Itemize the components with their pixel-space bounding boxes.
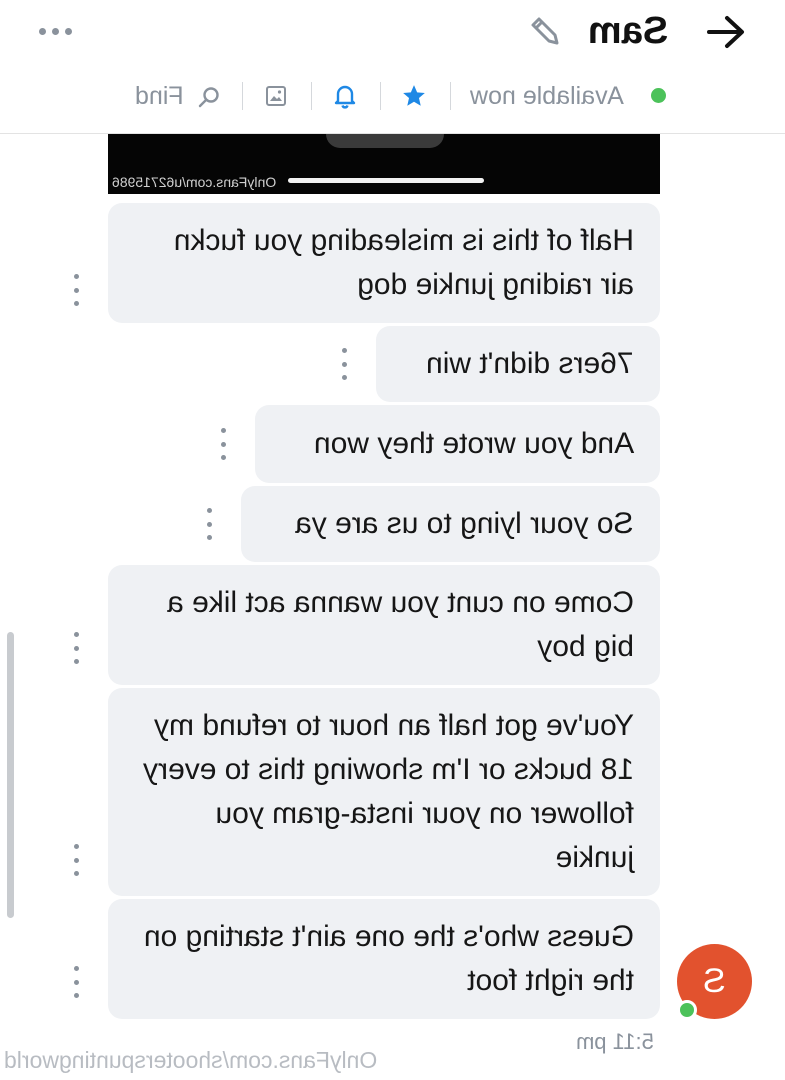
message-text: You've got half an hour to refund my 18 …: [143, 709, 634, 874]
image-icon[interactable]: [258, 80, 294, 112]
pencil-icon[interactable]: [526, 14, 566, 50]
message-options-icon[interactable]: [70, 274, 82, 306]
status-text: Available now: [470, 82, 624, 110]
divider: [311, 82, 312, 110]
message-list[interactable]: OnlyFans.com/u62715986 Half of this is m…: [0, 134, 785, 1080]
page-title[interactable]: Sam: [588, 6, 668, 56]
scrollbar-thumb[interactable]: [7, 632, 14, 918]
media-attachment[interactable]: OnlyFans.com/u62715986: [108, 134, 660, 194]
message-text: 76ers didn't win: [426, 347, 634, 380]
message-options-icon[interactable]: [70, 632, 82, 664]
avatar-online-dot: [677, 1000, 697, 1020]
contact-name: Sam: [588, 10, 669, 52]
divider: [450, 82, 451, 110]
message-bubble[interactable]: Come on cunt you wanna act like a big bo…: [108, 565, 660, 685]
message-options-icon[interactable]: [70, 844, 82, 876]
media-watermark: OnlyFans.com/u62715986: [112, 174, 277, 190]
message-options-icon[interactable]: [203, 508, 215, 540]
message-text: Half of this is misleading you fuckn air…: [173, 224, 634, 301]
message-bubble[interactable]: And you wrote they won: [255, 405, 660, 483]
message-bubble[interactable]: 76ers didn't win: [376, 326, 660, 402]
video-notch: [326, 134, 444, 148]
message-bubble[interactable]: You've got half an hour to refund my 18 …: [108, 688, 660, 896]
find-label[interactable]: Find: [135, 82, 184, 110]
arrow-right-icon[interactable]: [700, 10, 752, 54]
search-icon[interactable]: [196, 84, 222, 110]
message-text: And you wrote they won: [313, 427, 634, 460]
message-bubble[interactable]: Half of this is misleading you fuckn air…: [108, 203, 660, 323]
message-options-icon[interactable]: [217, 428, 229, 460]
online-status-dot: [651, 88, 666, 103]
more-horizontal-icon[interactable]: [30, 16, 80, 46]
message-text: Guess who's the one ain't starting on th…: [143, 920, 634, 997]
divider: [380, 82, 381, 110]
star-icon[interactable]: [396, 80, 432, 112]
divider: [242, 82, 243, 110]
message-timestamp: 5:11 pm: [576, 1029, 654, 1054]
message-options-icon[interactable]: [338, 348, 350, 380]
message-text: So your lying to us are ya: [295, 507, 634, 540]
home-indicator: [288, 178, 484, 183]
chat-header: Sam Available now Find: [0, 0, 785, 134]
message-text: Come on cunt you wanna act like a big bo…: [167, 586, 634, 663]
message-options-icon[interactable]: [70, 966, 82, 998]
bell-icon[interactable]: [327, 80, 363, 112]
message-bubble[interactable]: So your lying to us are ya: [241, 486, 660, 562]
message-bubble[interactable]: Guess who's the one ain't starting on th…: [108, 899, 660, 1019]
page-watermark: OnlyFans.com/shooterspuntingworld: [4, 1047, 378, 1073]
